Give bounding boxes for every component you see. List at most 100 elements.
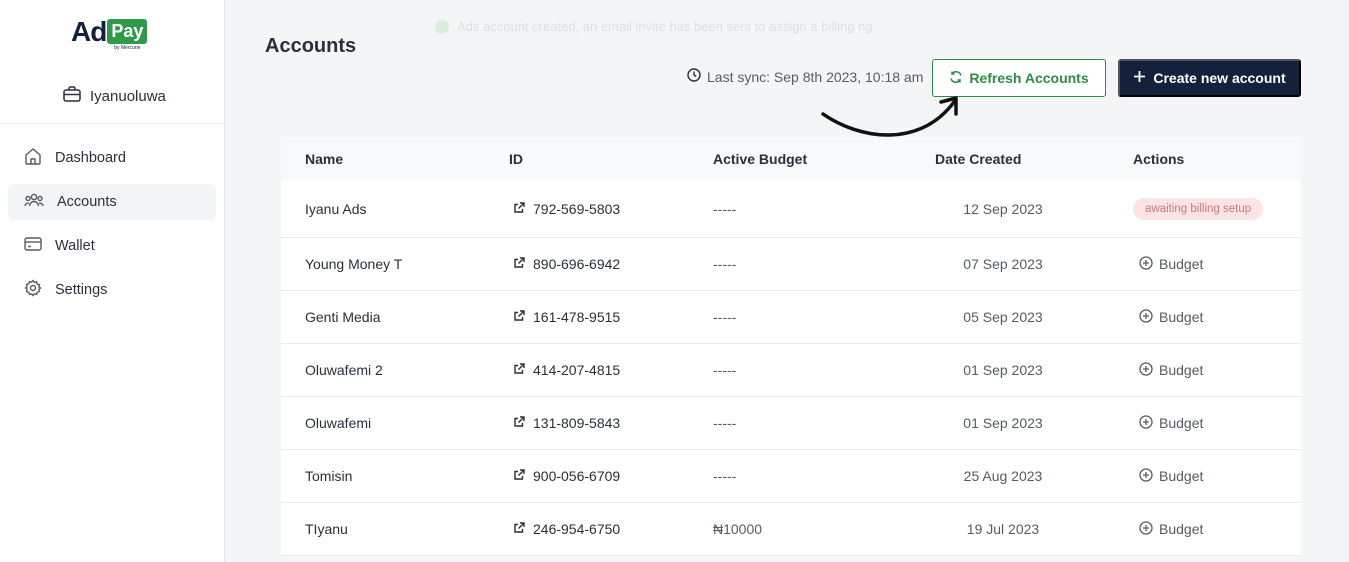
last-sync-text: Last sync: Sep 8th 2023, 10:18 am — [707, 68, 924, 85]
account-id-link[interactable]: 246-954-6750 — [485, 521, 689, 537]
account-id: 792-569-5803 — [533, 201, 621, 217]
sidebar-item-label: Settings — [55, 282, 108, 298]
account-id: 890-696-6942 — [533, 256, 621, 272]
date-created: 01 Sep 2023 — [963, 362, 1043, 378]
account-name: Tomisin — [305, 468, 353, 484]
budget-label: Budget — [1159, 415, 1204, 431]
add-budget-button[interactable]: Budget — [1113, 520, 1301, 538]
column-header-date: Date Created — [935, 151, 1022, 167]
active-budget: ----- — [713, 468, 737, 484]
plus-circle-icon — [1139, 255, 1153, 273]
logo-pay-text: Pay — [107, 19, 148, 44]
sidebar-item-wallet[interactable]: Wallet — [8, 228, 216, 264]
column-header-name: Name — [305, 151, 344, 167]
user-profile[interactable]: Iyanuoluwa — [63, 86, 166, 106]
sidebar-item-settings[interactable]: Settings — [8, 272, 216, 308]
sidebar-nav: Dashboard Accounts Wallet Settings — [8, 140, 216, 316]
account-id-link[interactable]: 131-809-5843 — [485, 415, 689, 431]
account-name: Young Money T — [305, 256, 403, 272]
budget-label: Budget — [1159, 362, 1204, 378]
logo-pay-group: Pay by Mercurie — [107, 17, 148, 51]
table-row: Young Money T 890-696-6942 ----- 07 Sep … — [281, 238, 1301, 291]
plus-circle-icon — [1139, 308, 1153, 326]
sidebar-item-dashboard[interactable]: Dashboard — [8, 140, 216, 176]
briefcase-icon — [63, 86, 81, 106]
account-id: 414-207-4815 — [533, 362, 621, 378]
table-row: Oluwafemi 2 414-207-4815 ----- 01 Sep 20… — [281, 344, 1301, 397]
toast-message: Ads account created, an email invite has… — [457, 19, 873, 34]
account-id-link[interactable]: 890-696-6942 — [485, 256, 689, 272]
actions-cell: awaiting billing setup — [1113, 198, 1301, 220]
budget-label: Budget — [1159, 309, 1204, 325]
budget-label: Budget — [1159, 256, 1204, 272]
logo-byline: by Mercurie — [114, 45, 141, 51]
external-link-icon — [513, 468, 526, 484]
user-name: Iyanuoluwa — [90, 87, 166, 105]
column-header-id: ID — [509, 151, 523, 167]
sidebar-item-label: Wallet — [55, 238, 95, 254]
adpay-logo[interactable]: Ad Pay by Mercurie — [71, 16, 148, 53]
add-budget-button[interactable]: Budget — [1113, 255, 1301, 273]
card-icon — [24, 236, 42, 256]
clock-icon — [687, 68, 701, 85]
account-name: TIyanu — [305, 521, 348, 537]
add-budget-button[interactable]: Budget — [1113, 467, 1301, 485]
table-row: TIyanu 246-954-6750 ₦10000 19 Jul 2023 B… — [281, 503, 1301, 556]
external-link-icon — [513, 415, 526, 431]
account-id-link[interactable]: 414-207-4815 — [485, 362, 689, 378]
table-row: Genti Media 161-478-9515 ----- 05 Sep 20… — [281, 291, 1301, 344]
users-icon — [24, 191, 44, 213]
add-budget-button[interactable]: Budget — [1113, 361, 1301, 379]
refresh-accounts-button[interactable]: Refresh Accounts — [932, 59, 1106, 97]
logo-ad-text: Ad — [71, 16, 107, 47]
column-header-budget: Active Budget — [713, 151, 808, 167]
plus-circle-icon — [1139, 414, 1153, 432]
add-budget-button[interactable]: Budget — [1113, 308, 1301, 326]
column-header-actions: Actions — [1133, 151, 1185, 167]
account-id: 900-056-6709 — [533, 468, 621, 484]
account-id: 161-478-9515 — [533, 309, 621, 325]
page-title: Accounts — [265, 35, 357, 57]
account-id-link[interactable]: 900-056-6709 — [485, 468, 689, 484]
external-link-icon — [513, 521, 526, 537]
date-created: 07 Sep 2023 — [963, 256, 1043, 272]
account-name: Oluwafemi — [305, 415, 372, 431]
account-name: Iyanu Ads — [305, 201, 367, 217]
date-created: 12 Sep 2023 — [963, 201, 1043, 217]
account-id: 131-809-5843 — [533, 415, 621, 431]
external-link-icon — [513, 362, 526, 378]
plus-circle-icon — [1139, 467, 1153, 485]
account-id-link[interactable]: 161-478-9515 — [485, 309, 689, 325]
active-budget: ₦10000 — [713, 521, 763, 537]
date-created: 25 Aug 2023 — [963, 468, 1043, 484]
external-link-icon — [513, 256, 526, 272]
external-link-icon — [513, 309, 526, 325]
sidebar-divider — [0, 123, 224, 124]
main-content: Ads account created, an email invite has… — [225, 0, 1349, 562]
sidebar: Ad Pay by Mercurie Iyanuoluwa Dashboard — [0, 0, 225, 562]
account-id-link[interactable]: 792-569-5803 — [485, 201, 689, 217]
add-budget-button[interactable]: Budget — [1113, 414, 1301, 432]
date-created: 01 Sep 2023 — [963, 415, 1043, 431]
check-circle-icon — [435, 19, 449, 34]
accounts-table: Name ID Active Budget Date Created Actio… — [281, 137, 1301, 556]
create-account-button[interactable]: Create new account — [1118, 59, 1301, 97]
budget-label: Budget — [1159, 521, 1204, 537]
active-budget: ----- — [713, 256, 737, 272]
plus-icon — [1133, 70, 1146, 86]
date-created: 19 Jul 2023 — [966, 521, 1040, 537]
status-badge: awaiting billing setup — [1133, 198, 1264, 220]
sidebar-item-label: Accounts — [57, 194, 117, 210]
sidebar-item-label: Dashboard — [55, 150, 126, 166]
last-sync: Last sync: Sep 8th 2023, 10:18 am — [687, 68, 923, 85]
table-header: Name ID Active Budget Date Created Actio… — [281, 137, 1301, 181]
account-name: Oluwafemi 2 — [305, 362, 383, 378]
budget-label: Budget — [1159, 468, 1204, 484]
refresh-icon — [949, 70, 963, 87]
active-budget: ----- — [713, 415, 737, 431]
sidebar-item-accounts[interactable]: Accounts — [8, 184, 216, 220]
create-account-label: Create new account — [1153, 70, 1286, 86]
account-id: 246-954-6750 — [533, 521, 621, 537]
refresh-accounts-label: Refresh Accounts — [969, 70, 1089, 86]
gear-icon — [24, 279, 42, 301]
